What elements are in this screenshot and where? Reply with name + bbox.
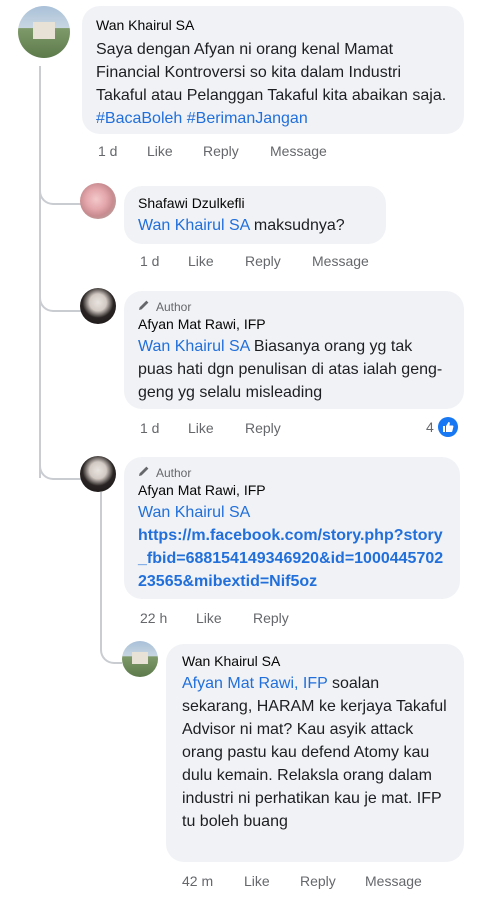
comment-text: Saya dengan Afyan ni orang kenal Mamat F…	[96, 41, 447, 127]
comment-bubble: Wan Khairul SA Afyan Mat Rawi, IFP soala…	[166, 644, 464, 862]
comment-text: Wan Khairul SA Biasanya orang yg tak pua…	[138, 338, 443, 401]
comment-bubble: Wan Khairul SA Saya dengan Afyan ni oran…	[82, 6, 464, 134]
comment-author[interactable]: Wan Khairul SA	[182, 652, 450, 670]
author-badge: Author	[138, 299, 450, 315]
thread-line-reply	[100, 492, 102, 644]
mention-link[interactable]: Afyan Mat Rawi, IFP	[182, 675, 328, 692]
comment-text: Wan Khairul SA maksudnya?	[138, 217, 345, 234]
comment-actions: 1 d Like Reply Message	[98, 143, 327, 159]
hashtag-link[interactable]: #BacaBoleh	[96, 110, 182, 127]
comment-time[interactable]: 1 d	[140, 420, 188, 436]
thread-branch	[39, 292, 81, 312]
comment-bubble: Author Afyan Mat Rawi, IFP Wan Khairul S…	[124, 457, 460, 599]
comment-actions: 42 m Like Reply Message	[182, 873, 422, 889]
like-button[interactable]: Like	[196, 610, 253, 626]
comment-time[interactable]: 1 d	[98, 143, 147, 159]
thread-line-main	[39, 66, 41, 478]
like-button[interactable]: Like	[188, 253, 245, 269]
like-button[interactable]: Like	[244, 873, 300, 889]
like-button[interactable]: Like	[147, 143, 203, 159]
thread-branch	[100, 644, 122, 664]
author-badge: Author	[138, 465, 446, 481]
thread-branch	[39, 185, 81, 205]
avatar[interactable]	[80, 183, 116, 219]
reply-button[interactable]: Reply	[300, 873, 365, 889]
comment-time[interactable]: 42 m	[182, 873, 244, 889]
comment-bubble: Author Afyan Mat Rawi, IFP Wan Khairul S…	[124, 291, 464, 409]
comment-author[interactable]: Wan Khairul SA	[96, 16, 450, 34]
reaction-summary[interactable]: 4	[426, 417, 458, 437]
comment-actions: 1 d Like Reply	[140, 420, 281, 436]
thumbs-up-icon	[437, 417, 458, 437]
pencil-icon	[138, 465, 150, 481]
comment-actions: 1 d Like Reply Message	[140, 253, 369, 269]
avatar[interactable]	[80, 456, 116, 492]
message-button[interactable]: Message	[365, 873, 422, 889]
url-link[interactable]: https://m.facebook.com/story.php?story_f…	[138, 527, 443, 590]
pencil-icon	[138, 299, 150, 315]
avatar[interactable]	[122, 641, 158, 677]
message-button[interactable]: Message	[312, 253, 369, 269]
comment-author[interactable]: Shafawi Dzulkefli	[138, 194, 372, 212]
comment-text: Afyan Mat Rawi, IFP soalan sekarang, HAR…	[182, 675, 447, 830]
mention-link[interactable]: Wan Khairul SA	[138, 217, 249, 234]
hashtag-link[interactable]: #BerimanJangan	[187, 110, 308, 127]
mention-link[interactable]: Wan Khairul SA	[138, 504, 250, 521]
reply-button[interactable]: Reply	[245, 420, 281, 436]
comment-author[interactable]: Afyan Mat Rawi, IFP	[138, 481, 446, 499]
comment-author[interactable]: Afyan Mat Rawi, IFP	[138, 315, 450, 333]
comment-bubble: Shafawi Dzulkefli Wan Khairul SA maksudn…	[124, 186, 386, 244]
comment-actions: 22 h Like Reply	[140, 610, 289, 626]
thread-branch	[39, 460, 81, 480]
reply-button[interactable]: Reply	[203, 143, 270, 159]
reaction-count: 4	[426, 419, 434, 435]
comment-time[interactable]: 22 h	[140, 610, 196, 626]
avatar[interactable]	[18, 6, 70, 58]
like-button[interactable]: Like	[188, 420, 245, 436]
comment-text: Wan Khairul SA https://m.facebook.com/st…	[138, 501, 446, 593]
reply-button[interactable]: Reply	[253, 610, 289, 626]
mention-link[interactable]: Wan Khairul SA	[138, 338, 249, 355]
avatar[interactable]	[80, 288, 116, 324]
message-button[interactable]: Message	[270, 143, 327, 159]
comment-time[interactable]: 1 d	[140, 253, 188, 269]
reply-button[interactable]: Reply	[245, 253, 312, 269]
